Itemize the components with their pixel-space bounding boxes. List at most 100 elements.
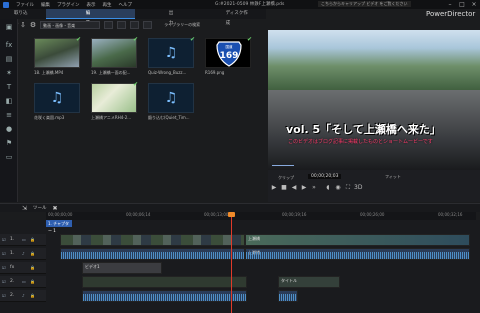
video-track-icon: ▭ — [22, 237, 26, 242]
zoom-fit-select[interactable]: フィット — [385, 174, 401, 180]
audio-clip[interactable] — [278, 290, 298, 302]
timeline-tracks: ☑1.▭🔒 ☑1.♪🔒 ☑fx🔒 ☑2.▭🔒 ☑2.♪🔒 上瀬橋 上瀬橋 ビデオ… — [0, 220, 480, 313]
transition-room-icon[interactable]: ◧ — [4, 97, 14, 106]
play-icon[interactable]: ▶ — [270, 184, 278, 192]
used-check-icon: ✔ — [75, 36, 81, 43]
view-video-icon[interactable] — [104, 21, 114, 29]
tab-disc[interactable]: ディスク作成 — [212, 9, 266, 26]
tools-menu[interactable]: ツール — [33, 205, 47, 211]
stop-icon[interactable]: ■ — [280, 184, 288, 192]
menu-edit[interactable]: 編集 — [41, 2, 50, 8]
track-header-fx[interactable]: ☑ fx 🔒 — [0, 262, 46, 274]
audio-track-icon: ♪ — [22, 251, 25, 256]
trash-icon[interactable]: ✖ — [53, 205, 58, 212]
volume-icon[interactable]: ◖ — [324, 184, 332, 192]
video-clip[interactable] — [60, 234, 245, 246]
tab-edit[interactable]: 編集 — [45, 9, 135, 26]
view-list-icon[interactable] — [143, 21, 153, 29]
view-image-icon[interactable] — [117, 21, 127, 29]
fx-room-icon[interactable]: fx — [4, 41, 14, 50]
preview-window[interactable]: vol. 5「そして上瀬橋へ来た」 このビデオはブログ記事に掲載したものとショー… — [268, 30, 480, 170]
close-icon[interactable]: × — [468, 0, 480, 9]
subtitle-caption: このビデオはブログ記事に掲載したものとショートムービーです — [288, 139, 433, 145]
lock-icon[interactable]: 🔒 — [30, 237, 35, 242]
track-header-audio-1[interactable]: ☑ 1. ♪ 🔒 — [0, 248, 46, 260]
video-track-icon: ▭ — [22, 279, 26, 284]
subtitle-room-icon[interactable]: ▭ — [4, 153, 14, 162]
tab-capture[interactable]: 取り込み — [0, 9, 46, 26]
import-icon[interactable]: ⇩ — [20, 21, 26, 29]
library-item-caption: 鍛り込む(Quiet_Tim... — [148, 115, 190, 120]
video-clip[interactable]: 上瀬橋 — [245, 234, 470, 246]
tab-produce[interactable]: 出力 — [135, 9, 212, 26]
library-search[interactable]: ライブラリーの検索 — [164, 22, 200, 28]
fx-clip[interactable]: ビデオ1 — [82, 262, 162, 274]
view-audio-icon[interactable] — [130, 21, 140, 29]
3d-icon[interactable]: 3D — [354, 184, 362, 192]
menu-play[interactable]: 再生 — [103, 2, 112, 8]
library-item-audio-2[interactable]: ♫ — [34, 83, 80, 113]
menu-plugin[interactable]: プラグイン — [57, 2, 80, 8]
track-checkbox-icon[interactable]: ☑ — [2, 293, 7, 298]
prev-frame-icon[interactable]: ◀ — [290, 184, 298, 192]
ruler-tick: 00;00;32;16 — [438, 212, 463, 217]
lock-icon[interactable]: 🔒 — [30, 265, 35, 270]
library-item-image-map[interactable]: ✔ — [91, 81, 138, 113]
clip-mode-label[interactable]: クリップ — [278, 175, 294, 181]
track-header-video-1[interactable]: ☑ 1. ▭ 🔒 — [0, 234, 46, 246]
route-sign-label: 国道 — [226, 44, 233, 49]
pip-room-icon[interactable]: ▤ — [4, 55, 14, 64]
chapter-marker[interactable]: 1. チャプター 1 — [46, 220, 72, 233]
track-checkbox-icon[interactable]: ☑ — [2, 279, 7, 284]
menu-view[interactable]: 表示 — [87, 2, 96, 8]
audio-clip[interactable]: 上瀬橋 — [245, 248, 470, 260]
track-header-audio-2[interactable]: ☑ 2. ♪ 🔒 — [0, 290, 46, 302]
library-item-video-2[interactable]: ✔ — [91, 36, 138, 68]
title-room-icon[interactable]: T — [4, 83, 14, 92]
timeline-ruler[interactable]: 00;00;00;00 00;00;06;14 00;00;13;00 00;0… — [46, 212, 476, 220]
library-item-audio-1[interactable]: ♫ ✔ — [148, 36, 195, 68]
library-item-video-1[interactable]: ✔ — [34, 36, 81, 68]
library-filter-select[interactable]: 動画・画像・音楽 — [40, 21, 101, 29]
audio-clip[interactable] — [60, 248, 245, 260]
menu-help[interactable]: ヘルプ — [119, 2, 133, 8]
maximize-icon[interactable]: □ — [456, 0, 468, 9]
lock-icon[interactable]: 🔒 — [30, 293, 35, 298]
ruler-tick: 00;00;26;00 — [360, 212, 385, 217]
overlay-clip[interactable] — [82, 276, 247, 288]
route-sign-number: 169 — [220, 51, 239, 61]
fullscreen-icon[interactable]: ⛶ — [344, 184, 352, 192]
particle-room-icon[interactable]: ✶ — [4, 69, 14, 78]
audio-clip[interactable] — [82, 290, 247, 302]
library-item-image-r169[interactable]: 国道 169 ✔ — [205, 36, 252, 68]
music-note-icon: ♫ — [164, 45, 178, 61]
playhead-handle[interactable] — [228, 212, 235, 217]
voice-over-icon[interactable]: ● — [4, 125, 14, 134]
app-logo — [3, 1, 9, 8]
plugin-icon[interactable]: ⚙ — [30, 21, 36, 29]
lock-icon[interactable]: 🔒 — [30, 279, 35, 284]
chapter-room-icon[interactable]: ⚑ — [4, 139, 14, 148]
music-note-icon: ♫ — [164, 90, 178, 106]
fast-forward-icon[interactable]: » — [310, 184, 318, 192]
audio-mixing-icon[interactable]: ≡ — [4, 111, 14, 120]
notice-banner[interactable]: こちらからキャリアップ ビデオ をご覧ください — [318, 1, 411, 7]
brand-title: PowerDirector — [426, 10, 476, 18]
title-clip[interactable]: タイトル — [278, 276, 340, 288]
next-frame-icon[interactable]: ▶ — [300, 184, 308, 192]
track-manager-icon[interactable]: ⇲ — [22, 205, 27, 212]
library-item-audio-3[interactable]: ♫ — [148, 83, 194, 113]
minimize-icon[interactable]: – — [444, 0, 456, 9]
snapshot-icon[interactable]: ◉ — [334, 184, 342, 192]
waveform — [246, 252, 469, 259]
track-checkbox-icon[interactable]: ☑ — [2, 237, 7, 242]
lock-icon[interactable]: 🔒 — [30, 251, 35, 256]
track-checkbox-icon[interactable]: ☑ — [2, 265, 7, 270]
media-room-icon[interactable]: ▣ — [4, 23, 14, 32]
track-checkbox-icon[interactable]: ☑ — [2, 251, 7, 256]
track-header-video-2[interactable]: ☑ 2. ▭ 🔒 — [0, 276, 46, 288]
menu-file[interactable]: ファイル — [16, 2, 34, 8]
file-title: G:#2021-0509 林鉄F上瀬橋.pds — [215, 2, 285, 7]
timecode-display[interactable]: 00;00;20;03 — [308, 174, 342, 179]
playhead[interactable] — [231, 212, 232, 313]
